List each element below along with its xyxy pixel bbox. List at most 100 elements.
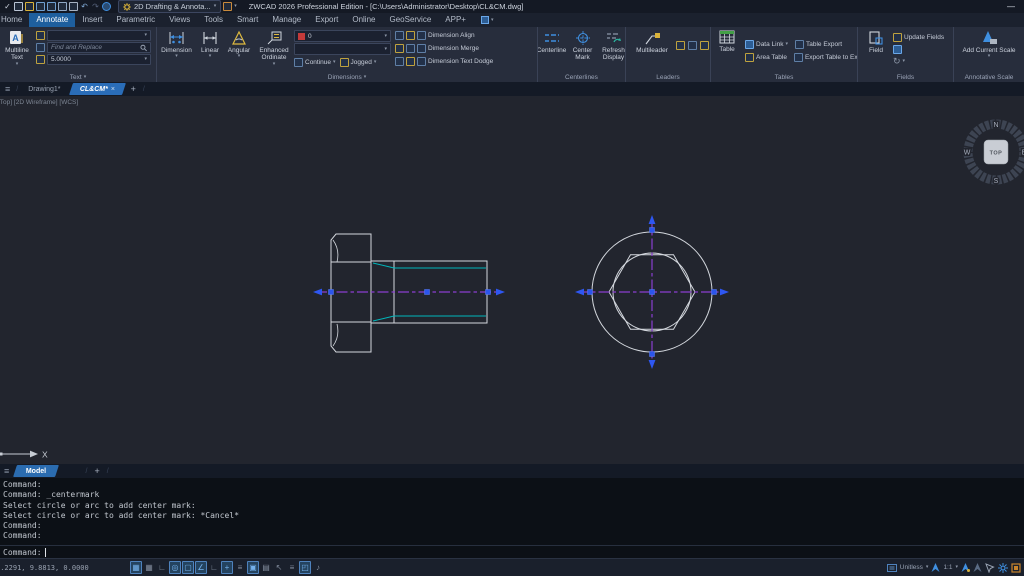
ribbon-tab-parametric[interactable]: Parametric xyxy=(109,13,162,27)
dim-continue-button[interactable]: Continue ▾ xyxy=(294,58,336,67)
dim-update-icon[interactable] xyxy=(406,57,415,66)
copy-clipboard-icon[interactable] xyxy=(58,2,67,11)
panel-label-tables[interactable]: Tables xyxy=(711,74,857,81)
grip-point[interactable] xyxy=(712,290,717,295)
transparency-toggle[interactable]: ▣ xyxy=(247,561,259,574)
ortho-mode-toggle[interactable]: ∟ xyxy=(156,561,168,574)
workspace-globe-icon[interactable] xyxy=(102,2,111,11)
minimize-button[interactable]: — xyxy=(1007,2,1021,11)
command-line-panel[interactable]: Command:Command: _centermarkSelect circl… xyxy=(0,478,1024,558)
field-eval-button[interactable]: ↻ ▾ xyxy=(893,55,944,67)
multileader-button[interactable]: Multileader xyxy=(632,29,672,55)
update-fields-button[interactable]: Update Fields xyxy=(893,31,944,43)
text-case-icon[interactable] xyxy=(36,55,45,64)
selection-cursor-icon[interactable] xyxy=(985,563,995,573)
annotation-autoscale-icon[interactable] xyxy=(973,563,982,573)
grip-point[interactable] xyxy=(329,290,334,295)
panel-label-text[interactable]: Text▾ xyxy=(0,74,156,81)
style-manager-icon[interactable] xyxy=(223,2,232,11)
ribbon-tab-manage[interactable]: Manage xyxy=(265,13,308,27)
dim-reassociate-icon[interactable] xyxy=(395,57,404,66)
units-icon[interactable] xyxy=(887,563,897,573)
object-snap-toggle[interactable]: ▢ xyxy=(182,561,194,574)
panel-label-fields[interactable]: Fields xyxy=(858,74,953,81)
dim-jogged-button[interactable]: Jogged ▾ xyxy=(340,58,377,67)
bolt-side-view[interactable] xyxy=(331,234,487,352)
polar-tracking-toggle[interactable]: ◎ xyxy=(169,561,181,574)
workspace-switcher[interactable]: 2D Drafting & Annota... ▾ xyxy=(118,0,221,13)
text-style-select[interactable]: ▾ xyxy=(47,30,151,41)
angular-dimension-button[interactable]: Angular ▾ xyxy=(224,29,254,60)
new-layout-button[interactable]: + xyxy=(91,466,102,476)
centerline-arrow-right[interactable] xyxy=(496,289,505,296)
redo-icon[interactable]: ↷ xyxy=(91,2,100,11)
panel-label-centerlines[interactable]: Centerlines xyxy=(538,74,625,81)
ribbon-tab-smart[interactable]: Smart xyxy=(230,13,265,27)
save-all-icon[interactable] xyxy=(47,2,56,11)
dimension-merge-button[interactable]: Dimension Merge xyxy=(395,42,493,55)
print-icon[interactable] xyxy=(69,2,78,11)
dimension-text-dodge-button[interactable]: Dimension Text Dodge xyxy=(395,55,493,68)
fullscreen-icon[interactable] xyxy=(1011,563,1021,573)
ribbon-tab-export[interactable]: Export xyxy=(308,13,345,27)
grid-display-toggle[interactable]: ▦ xyxy=(130,561,142,574)
grip-point[interactable] xyxy=(650,352,655,357)
file-tabs-menu-icon[interactable]: ≡ xyxy=(3,84,12,94)
selection-cycling-toggle[interactable]: ↖ xyxy=(273,561,285,574)
ribbon-tab-home[interactable]: Home xyxy=(0,13,29,27)
dim-space-icon[interactable] xyxy=(406,44,415,53)
units-value[interactable]: Unitless xyxy=(900,564,923,571)
titlebar-menu-caret-icon[interactable]: ▾ xyxy=(234,4,237,9)
file-tab-drawing1[interactable]: Drawing1* xyxy=(22,86,66,93)
annotation-scale-icon[interactable] xyxy=(931,563,940,573)
grip-point[interactable] xyxy=(425,290,430,295)
compass-face-label[interactable]: TOP xyxy=(990,151,1003,157)
multiline-text-button[interactable]: A Multiline Text ▾ xyxy=(0,29,34,68)
leader-align-icon[interactable] xyxy=(700,41,709,50)
find-replace-input[interactable] xyxy=(51,44,140,51)
ribbon-display-toggle[interactable]: ▾ xyxy=(481,16,494,24)
compass-south[interactable]: S xyxy=(994,178,999,185)
drawing-viewport[interactable]: [Top] [2D Wireframe] [WCS] xyxy=(0,96,1024,464)
settings-gear-icon[interactable] xyxy=(998,563,1008,573)
hex-head-outline[interactable] xyxy=(331,234,371,352)
table-export-button[interactable]: Table Export xyxy=(795,40,842,49)
field-display-toggle[interactable] xyxy=(893,43,944,55)
file-tab-clcm-active[interactable]: CL&CM* × xyxy=(69,83,126,95)
center-mark-arrow-left[interactable] xyxy=(575,289,584,296)
grip-point[interactable] xyxy=(650,290,655,295)
dim-style-select[interactable]: 0 ▾ xyxy=(294,30,391,42)
center-mark[interactable] xyxy=(575,215,729,369)
save-icon[interactable] xyxy=(36,2,45,11)
centerline-arrow-left[interactable] xyxy=(313,289,322,296)
new-file-icon[interactable] xyxy=(14,2,23,11)
search-icon[interactable] xyxy=(140,44,147,52)
enhanced-ordinate-button[interactable]: Enhanced Ordinate ▾ xyxy=(254,29,294,68)
panel-label-leaders[interactable]: Leaders xyxy=(626,74,710,81)
linear-dimension-button[interactable]: Linear ▾ xyxy=(196,29,224,60)
text-height-select[interactable]: ▾ xyxy=(47,54,151,65)
ribbon-tab-views[interactable]: Views xyxy=(162,13,197,27)
leader-remove-icon[interactable] xyxy=(688,41,697,50)
area-table-button[interactable]: Area Table xyxy=(745,53,787,62)
refresh-display-button[interactable]: Refresh Display xyxy=(599,29,627,63)
leader-add-icon[interactable] xyxy=(676,41,685,50)
undo-icon[interactable]: ↶ xyxy=(80,2,89,11)
dim-layer-select[interactable]: ▾ xyxy=(294,43,391,55)
layout-menu-icon[interactable]: ≡ xyxy=(2,466,11,476)
dim-break-icon[interactable] xyxy=(395,44,404,53)
add-current-scale-button[interactable]: Add Current Scale ▾ xyxy=(959,29,1019,60)
dynamic-ucs-toggle[interactable]: ∟ xyxy=(208,561,220,574)
table-button[interactable]: Table xyxy=(713,29,741,54)
field-button[interactable]: Field xyxy=(864,29,888,55)
annotation-monitor-toggle[interactable]: ≡ xyxy=(286,561,298,574)
side-view-centerline[interactable] xyxy=(313,289,505,296)
grip-point[interactable] xyxy=(588,290,593,295)
customize-check-icon[interactable]: ✓ xyxy=(3,2,12,11)
dim-align-icon-2[interactable] xyxy=(406,31,415,40)
text-height-value[interactable] xyxy=(51,56,144,63)
ribbon-tab-geoservice[interactable]: GeoService xyxy=(382,13,438,27)
panel-label-dimensions[interactable]: Dimensions▾ xyxy=(157,74,537,81)
find-replace-box[interactable] xyxy=(47,42,151,53)
dimension-button[interactable]: Dimension ▾ xyxy=(157,29,196,60)
